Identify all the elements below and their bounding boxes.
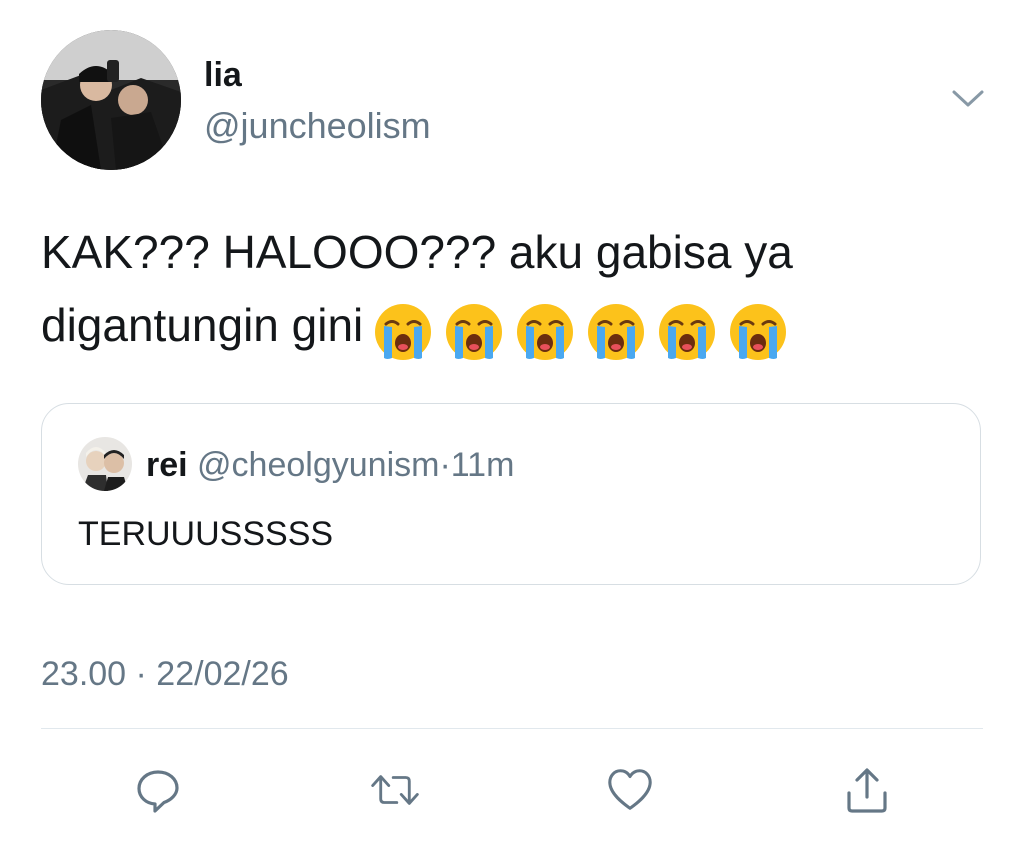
loudly-crying-face-icon <box>728 302 788 362</box>
divider <box>41 728 983 729</box>
author-display-name[interactable]: lia <box>204 55 242 95</box>
loudly-crying-face-icon <box>444 302 504 362</box>
loudly-crying-face-icon <box>586 302 646 362</box>
share-button[interactable] <box>842 765 892 815</box>
quoted-tweet-card[interactable]: rei @cheolgyunism·11m TERUUUSSSSS <box>41 403 981 585</box>
loudly-crying-face-icon <box>373 302 433 362</box>
tweet-timestamp[interactable]: 23.00 · 22/02/26 <box>41 652 289 696</box>
reply-icon <box>137 770 179 813</box>
chevron-down-icon[interactable] <box>950 86 986 110</box>
tweet-text-line-2-text: digantungin gini <box>41 299 364 351</box>
heart-icon <box>608 769 652 810</box>
author-avatar[interactable] <box>41 30 181 170</box>
retweet-button[interactable] <box>370 765 420 815</box>
quoted-author-name: rei <box>146 446 188 484</box>
retweet-icon <box>371 775 419 805</box>
quoted-tweet-header: rei @cheolgyunism·11m <box>146 444 514 486</box>
tweet-text-line-1: KAK??? HALOOO??? aku gabisa ya <box>41 226 793 278</box>
quoted-separator: · <box>439 446 451 484</box>
reply-button[interactable] <box>133 765 183 815</box>
quoted-time: 11m <box>450 446 515 484</box>
author-handle[interactable]: @juncheolism <box>204 104 431 148</box>
quoted-author-avatar <box>78 437 132 491</box>
like-button[interactable] <box>605 765 655 815</box>
quoted-author-handle: @cheolgyunism <box>197 446 440 484</box>
share-icon <box>847 768 887 813</box>
loudly-crying-face-icon <box>515 302 575 362</box>
tweet-text-line-2: digantungin gini <box>41 289 981 365</box>
emoji-row <box>373 292 799 365</box>
avatar-photo <box>41 30 181 170</box>
loudly-crying-face-icon <box>657 302 717 362</box>
tweet-text: KAK??? HALOOO??? aku gabisa ya digantung… <box>41 216 981 365</box>
quoted-tweet-text: TERUUUSSSSS <box>78 515 334 553</box>
